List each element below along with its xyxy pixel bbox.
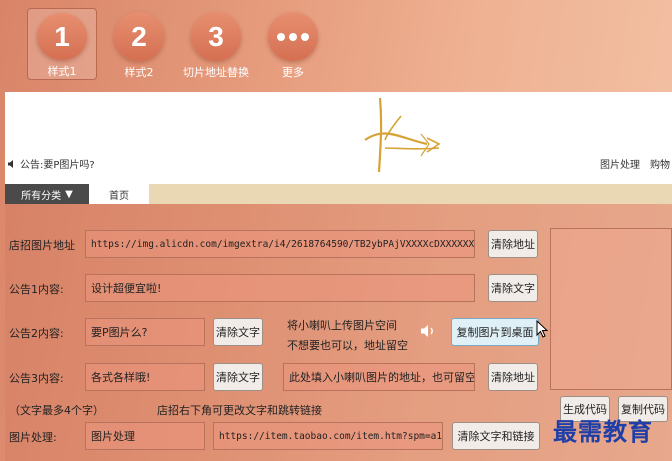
speaker-url-input[interactable]: 此处填入小喇叭图片的地址，也可留空 — [283, 363, 475, 391]
style-1-number: 1 — [54, 20, 70, 52]
all-categories-button[interactable]: 所有分类 ▼ — [5, 184, 89, 204]
shop-logo — [364, 97, 441, 173]
style-2-number: 2 — [131, 20, 147, 52]
watermark-logo: 最需教育 — [553, 418, 653, 446]
image-process-link-input[interactable]: https://item.taobao.com/item.htm?spm=a1z… — [213, 422, 443, 450]
clear-notice3-button[interactable]: 清除文字 — [213, 363, 263, 391]
slice-replace-number: 3 — [208, 20, 224, 52]
style-2-label: 样式2 — [124, 66, 154, 79]
mouse-cursor-icon — [536, 320, 548, 338]
style-1-label: 样式1 — [47, 65, 77, 78]
slice-replace-label: 切片地址替换 — [183, 66, 249, 79]
style-2-button[interactable]: 2 样式2 — [104, 8, 174, 80]
notice1-label: 公告1内容: — [9, 283, 64, 296]
slice-replace-button[interactable]: 3 切片地址替换 — [181, 8, 251, 80]
shop-image-url-input[interactable]: https://img.alicdn.com/imgextra/i4/26187… — [85, 230, 475, 258]
style-2-badge: 2 — [114, 12, 164, 61]
shop-header-preview: 公告:要P图片吗? 图片处理 购物 — [5, 92, 672, 184]
clear-notice1-button[interactable]: 清除文字 — [488, 274, 538, 302]
style-1-badge: 1 — [37, 13, 87, 60]
max-chars-note: （文字最多4个字） — [9, 404, 104, 417]
all-categories-label: 所有分类 — [21, 190, 62, 202]
copy-image-to-desktop-button[interactable]: 复制图片到桌面 — [451, 318, 539, 346]
notice3-input[interactable]: 各式各样哦! — [85, 363, 205, 391]
caret-down-icon: ▼ — [65, 188, 73, 200]
shop-nav-bar: 所有分类 ▼ 首页 — [5, 184, 672, 204]
shop-image-label: 店招图片地址 — [9, 239, 75, 252]
more-label: 更多 — [282, 66, 304, 79]
slice-replace-badge: 3 — [191, 12, 241, 61]
notice3-label: 公告3内容: — [9, 372, 64, 385]
clear-notice2-button[interactable]: 清除文字 — [213, 318, 263, 346]
speaker-hint-line2: 不想要也可以，地址留空 — [287, 339, 408, 352]
speaker-icon — [8, 159, 13, 168]
image-process-text-input[interactable]: 图片处理 — [85, 422, 205, 450]
home-tab[interactable]: 首页 — [89, 184, 149, 204]
notice1-input[interactable]: 设计超便宜啦! — [85, 274, 475, 302]
link-change-note: 店招右下角可更改文字和跳转链接 — [157, 404, 322, 417]
image-process-label: 图片处理: — [9, 431, 57, 444]
top-link-shopping[interactable]: 购物 — [650, 156, 670, 171]
top-links: 图片处理 购物 — [600, 156, 670, 171]
notice-text: 公告:要P图片吗? — [20, 160, 95, 171]
clear-text-and-link-button[interactable]: 清除文字和链接 — [452, 422, 540, 450]
clear-speaker-url-button[interactable]: 清除地址 — [488, 363, 538, 391]
notice2-input[interactable]: 要P图片么? — [85, 318, 205, 346]
clear-address-button[interactable]: 清除地址 — [488, 230, 538, 258]
code-output-panel[interactable] — [550, 228, 672, 390]
speaker-hint-line1: 将小喇叭上传图片空间 — [287, 319, 397, 332]
notice-bar: 公告:要P图片吗? — [7, 156, 95, 171]
speaker-icon — [421, 325, 433, 337]
style-toolbar: 1 样式1 2 样式2 3 切片地址替换 更多 — [0, 0, 672, 90]
style-1-button[interactable]: 1 样式1 — [27, 8, 97, 80]
notice2-label: 公告2内容: — [9, 327, 64, 340]
more-button[interactable]: 更多 — [258, 8, 328, 80]
top-link-image-process[interactable]: 图片处理 — [600, 156, 640, 171]
more-dots-icon — [268, 12, 318, 61]
